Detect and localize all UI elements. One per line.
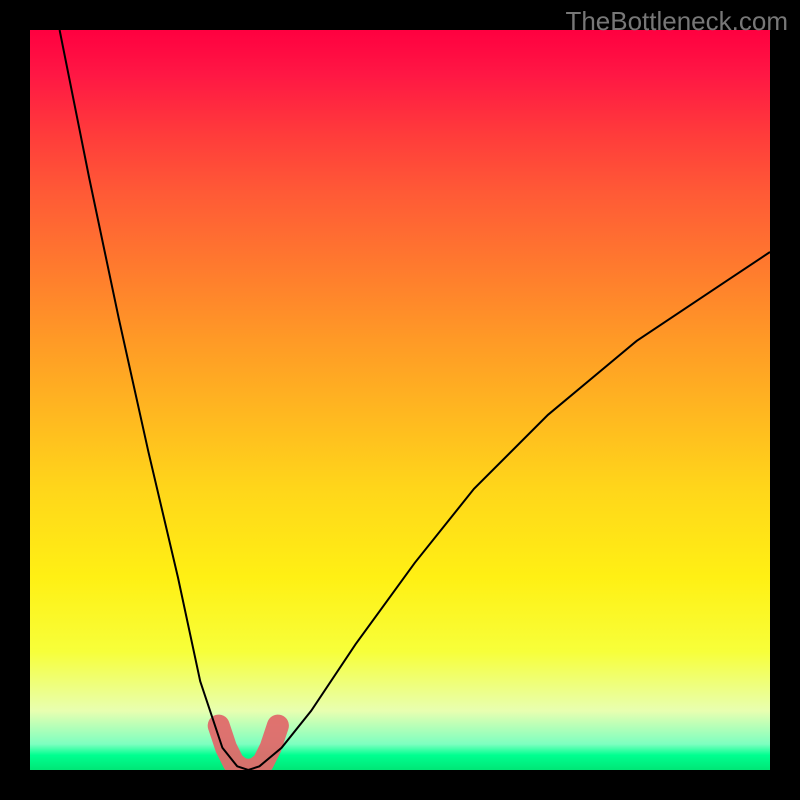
curve-left-branch: [60, 30, 249, 770]
valley-highlight: [219, 726, 278, 770]
watermark-text: TheBottleneck.com: [565, 6, 788, 37]
curve-right-branch: [248, 252, 770, 770]
plot-area: [30, 30, 770, 770]
chart-frame: TheBottleneck.com: [0, 0, 800, 800]
curve-layer: [30, 30, 770, 770]
